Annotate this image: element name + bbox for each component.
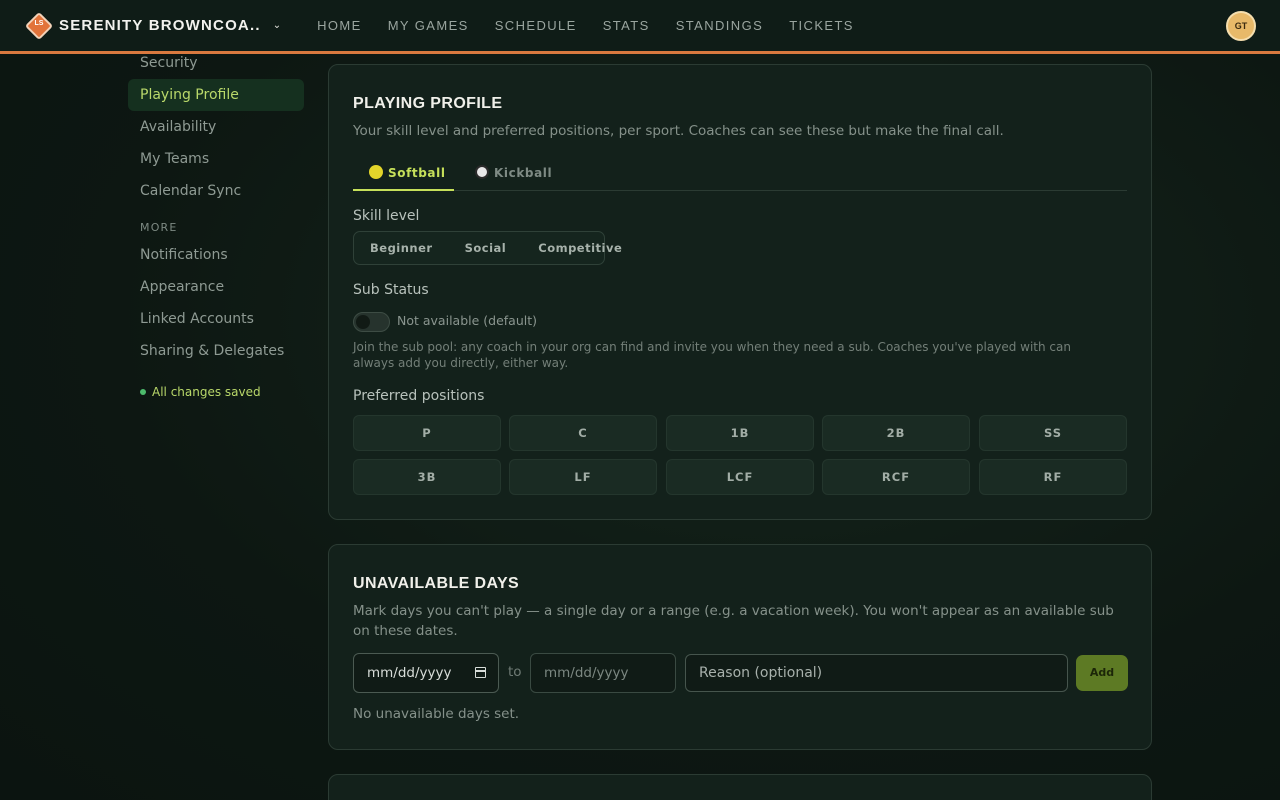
- playing-profile-card: PLAYING PROFILE Your skill level and pre…: [328, 64, 1152, 520]
- from-date-input[interactable]: mm/dd/yyyy: [353, 653, 499, 693]
- position-1b[interactable]: 1B: [666, 415, 814, 451]
- sidebar-item-sharing-delegates[interactable]: Sharing & Delegates: [128, 335, 304, 367]
- sub-status-text: Not available (default): [397, 313, 538, 328]
- sub-status-toggle[interactable]: [353, 312, 390, 332]
- main-nav: HOME MY GAMES SCHEDULE STATS STANDINGS T…: [317, 18, 880, 33]
- unavailable-days-card: UNAVAILABLE DAYS Mark days you can't pla…: [328, 544, 1152, 750]
- position-3b[interactable]: 3B: [353, 459, 501, 495]
- to-date-input[interactable]: mm/dd/yyyy: [530, 653, 676, 693]
- nav-standings[interactable]: STANDINGS: [676, 18, 763, 33]
- sidebar-item-linked-accounts[interactable]: Linked Accounts: [128, 303, 304, 335]
- org-name: SERENITY BROWNCOA..: [59, 17, 261, 34]
- org-switcher[interactable]: LS SERENITY BROWNCOA.. ⌄: [24, 11, 282, 40]
- chevron-down-icon: ⌄: [272, 20, 282, 31]
- next-settings-card: [328, 774, 1152, 800]
- sub-status-help: Join the sub pool: any coach in your org…: [353, 340, 1071, 370]
- sidebar-item-playing-profile[interactable]: Playing Profile: [128, 79, 304, 111]
- calendar-icon[interactable]: [475, 667, 486, 678]
- position-lf[interactable]: LF: [509, 459, 657, 495]
- nav-home[interactable]: HOME: [317, 18, 362, 33]
- league-logo: LS: [24, 11, 54, 40]
- skill-option-social[interactable]: Social: [449, 241, 523, 255]
- top-bar: LS SERENITY BROWNCOA.. ⌄ HOME MY GAMES S…: [0, 0, 1280, 54]
- sidebar-item-availability[interactable]: Availability: [128, 111, 304, 143]
- date-range-to-label: to: [508, 664, 522, 680]
- card-title: PLAYING PROFILE: [353, 95, 503, 112]
- position-rf[interactable]: RF: [979, 459, 1127, 495]
- add-unavailable-button[interactable]: Add: [1076, 655, 1128, 691]
- nav-my-games[interactable]: MY GAMES: [388, 18, 469, 33]
- sidebar-item-security[interactable]: Security: [128, 47, 304, 79]
- nav-stats[interactable]: STATS: [603, 18, 650, 33]
- sidebar-item-my-teams[interactable]: My Teams: [128, 143, 304, 175]
- card-title: UNAVAILABLE DAYS: [353, 575, 520, 592]
- tab-kickball[interactable]: Kickball: [475, 157, 552, 191]
- sidebar-item-notifications[interactable]: Notifications: [128, 239, 304, 271]
- kickball-icon: [475, 165, 489, 179]
- tab-softball[interactable]: Softball: [353, 157, 454, 191]
- preferred-positions-label: Preferred positions: [353, 388, 485, 404]
- position-ss[interactable]: SS: [979, 415, 1127, 451]
- save-status-text: All changes saved: [152, 385, 261, 399]
- position-2b[interactable]: 2B: [822, 415, 970, 451]
- position-c[interactable]: C: [509, 415, 657, 451]
- sidebar-item-appearance[interactable]: Appearance: [128, 271, 304, 303]
- skill-level-label: Skill level: [353, 208, 420, 224]
- sport-tabs: Softball Kickball: [353, 157, 1127, 191]
- nav-schedule[interactable]: SCHEDULE: [495, 18, 577, 33]
- sub-status-label: Sub Status: [353, 282, 429, 298]
- avatar[interactable]: GT: [1226, 11, 1256, 41]
- position-rcf[interactable]: RCF: [822, 459, 970, 495]
- position-p[interactable]: P: [353, 415, 501, 451]
- card-description: Mark days you can't play — a single day …: [353, 603, 1114, 639]
- nav-tickets[interactable]: TICKETS: [789, 18, 854, 33]
- settings-sidebar: Security Playing Profile Availability My…: [128, 54, 304, 399]
- save-status: All changes saved: [128, 385, 304, 399]
- reason-input[interactable]: Reason (optional): [685, 654, 1068, 692]
- status-dot-icon: [140, 389, 146, 395]
- sidebar-section-more: MORE: [140, 221, 178, 234]
- sidebar-item-calendar-sync[interactable]: Calendar Sync: [128, 175, 304, 207]
- softball-icon: [369, 165, 383, 179]
- card-description: Your skill level and preferred positions…: [353, 123, 1004, 139]
- skill-level-selector: Beginner Social Competitive: [353, 231, 622, 265]
- skill-option-beginner[interactable]: Beginner: [354, 241, 449, 255]
- empty-state-text: No unavailable days set.: [353, 706, 520, 722]
- skill-option-competitive[interactable]: Competitive: [522, 241, 638, 255]
- position-lcf[interactable]: LCF: [666, 459, 814, 495]
